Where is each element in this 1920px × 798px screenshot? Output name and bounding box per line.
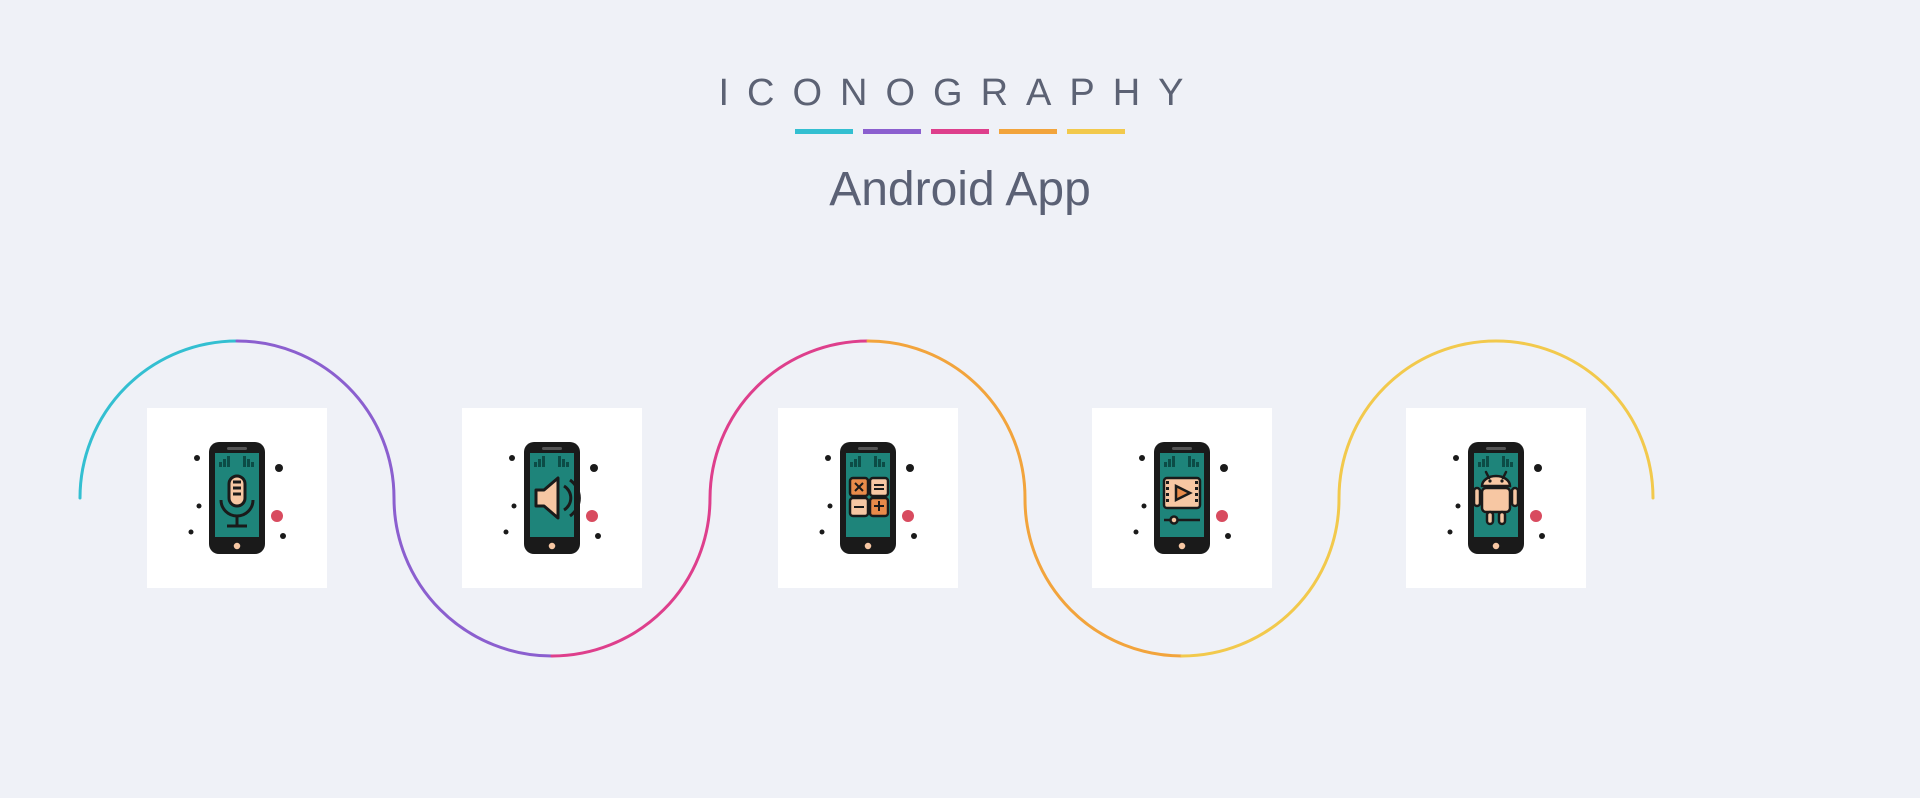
icon-card — [1092, 408, 1272, 588]
microphone-phone-icon — [167, 428, 307, 568]
brand-title: ICONOGRAPHY — [0, 72, 1920, 115]
speaker-phone-icon — [482, 428, 622, 568]
stripe-5 — [1067, 129, 1125, 134]
video-phone-icon — [1112, 428, 1252, 568]
stripe-3 — [931, 129, 989, 134]
icon-card — [147, 408, 327, 588]
icon-card — [778, 408, 958, 588]
icon-card — [462, 408, 642, 588]
stripe-2 — [863, 129, 921, 134]
header: ICONOGRAPHY Android App — [0, 72, 1920, 217]
calculator-phone-icon — [798, 428, 938, 568]
brand-stripes — [0, 129, 1920, 134]
stripe-4 — [999, 129, 1057, 134]
icon-row — [0, 408, 1920, 608]
stripe-1 — [795, 129, 853, 134]
icon-card — [1406, 408, 1586, 588]
android-phone-icon — [1426, 428, 1566, 568]
pack-title: Android App — [0, 162, 1920, 217]
